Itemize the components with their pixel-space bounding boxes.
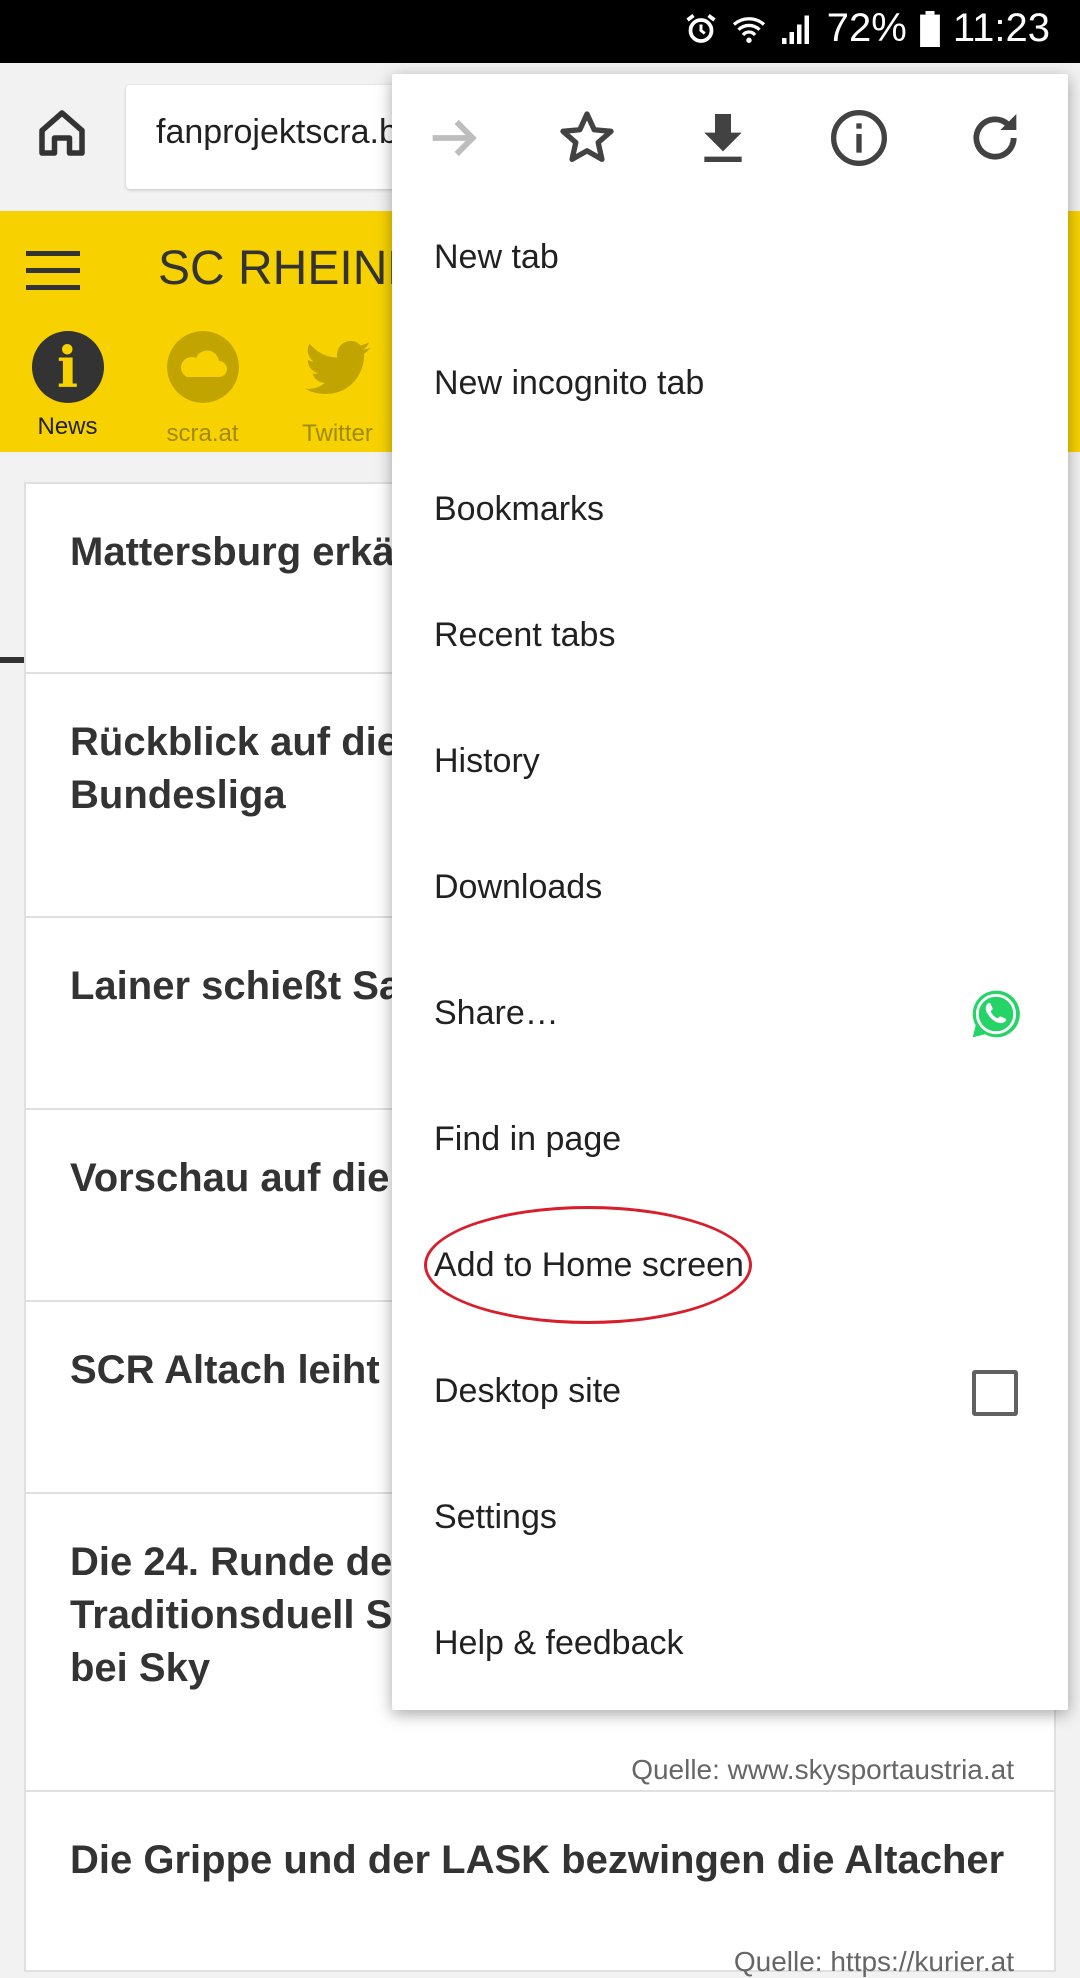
menu-item-new-tab[interactable]: New tab <box>392 194 1068 320</box>
battery-icon <box>919 10 940 47</box>
menu-item-label: New incognito tab <box>434 364 705 402</box>
menu-item-recent-tabs[interactable]: Recent tabs <box>392 572 1068 698</box>
tab-scra[interactable]: scra.at <box>135 331 270 448</box>
info-icon: i <box>31 331 104 403</box>
alarm-icon <box>686 13 716 43</box>
article-source: Quelle: www.skysportaustria.at <box>631 1754 1014 1785</box>
menu-item-label: Find in page <box>434 1120 622 1158</box>
tab-label: News <box>37 413 98 440</box>
tab-label: Twitter <box>302 420 373 447</box>
menu-item-add-to-home-screen[interactable]: Add to Home screen <box>392 1202 1068 1328</box>
menu-item-label: Share… <box>434 994 559 1032</box>
menu-item-label: New tab <box>434 238 559 276</box>
menu-item-settings[interactable]: Settings <box>392 1454 1068 1580</box>
site-title: SC RHEIND <box>158 242 423 295</box>
tab-twitter[interactable]: Twitter <box>270 331 405 448</box>
clock: 11:23 <box>952 6 1050 50</box>
info-icon[interactable] <box>827 106 891 170</box>
desktop-site-checkbox[interactable] <box>972 1370 1018 1416</box>
menu-item-label: Add to Home screen <box>434 1246 744 1284</box>
menu-item-find-in-page[interactable]: Find in page <box>392 1076 1068 1202</box>
menu-item-label: Bookmarks <box>434 490 605 528</box>
reload-icon[interactable] <box>963 106 1027 170</box>
bookmark-star-icon[interactable] <box>555 106 619 170</box>
signal-icon <box>781 15 809 44</box>
article-title: Die Grippe und der LASK bezwingen die Al… <box>70 1838 1005 1882</box>
url-text[interactable]: fanprojektscra.b <box>156 113 398 152</box>
menu-item-help-feedback[interactable]: Help & feedback <box>392 1580 1068 1706</box>
wifi-icon <box>732 16 765 43</box>
menu-toolbar <box>392 74 1068 194</box>
menu-item-label: Desktop site <box>434 1372 622 1410</box>
menu-item-desktop-site[interactable]: Desktop site <box>392 1328 1068 1454</box>
cloud-icon <box>166 331 239 403</box>
browser-overflow-menu: New tab New incognito tab Bookmarks Rece… <box>392 74 1068 1710</box>
article-card[interactable]: Die Grippe und der LASK bezwingen die Al… <box>24 1792 1056 1977</box>
menu-item-downloads[interactable]: Downloads <box>392 824 1068 950</box>
forward-icon[interactable] <box>422 106 486 170</box>
battery-percent: 72% <box>826 6 907 50</box>
twitter-icon <box>304 340 371 395</box>
menu-item-label: Downloads <box>434 868 603 906</box>
menu-item-history[interactable]: History <box>392 698 1068 824</box>
status-bar: 72% 11:23 <box>0 0 1080 63</box>
menu-item-new-incognito-tab[interactable]: New incognito tab <box>392 320 1068 446</box>
menu-item-share[interactable]: Share… <box>392 950 1068 1076</box>
whatsapp-icon[interactable] <box>968 986 1024 1042</box>
tab-label: scra.at <box>166 420 239 447</box>
menu-item-label: Settings <box>434 1498 557 1536</box>
download-icon[interactable] <box>691 106 755 170</box>
tab-news[interactable]: i News <box>0 331 135 441</box>
article-source: Quelle: https://kurier.at <box>733 1946 1014 1977</box>
menu-item-bookmarks[interactable]: Bookmarks <box>392 446 1068 572</box>
menu-item-label: Help & feedback <box>434 1624 684 1662</box>
menu-item-label: Recent tabs <box>434 616 616 654</box>
home-icon[interactable] <box>32 103 92 163</box>
hamburger-menu-icon[interactable] <box>26 251 80 291</box>
menu-item-label: History <box>434 742 540 780</box>
